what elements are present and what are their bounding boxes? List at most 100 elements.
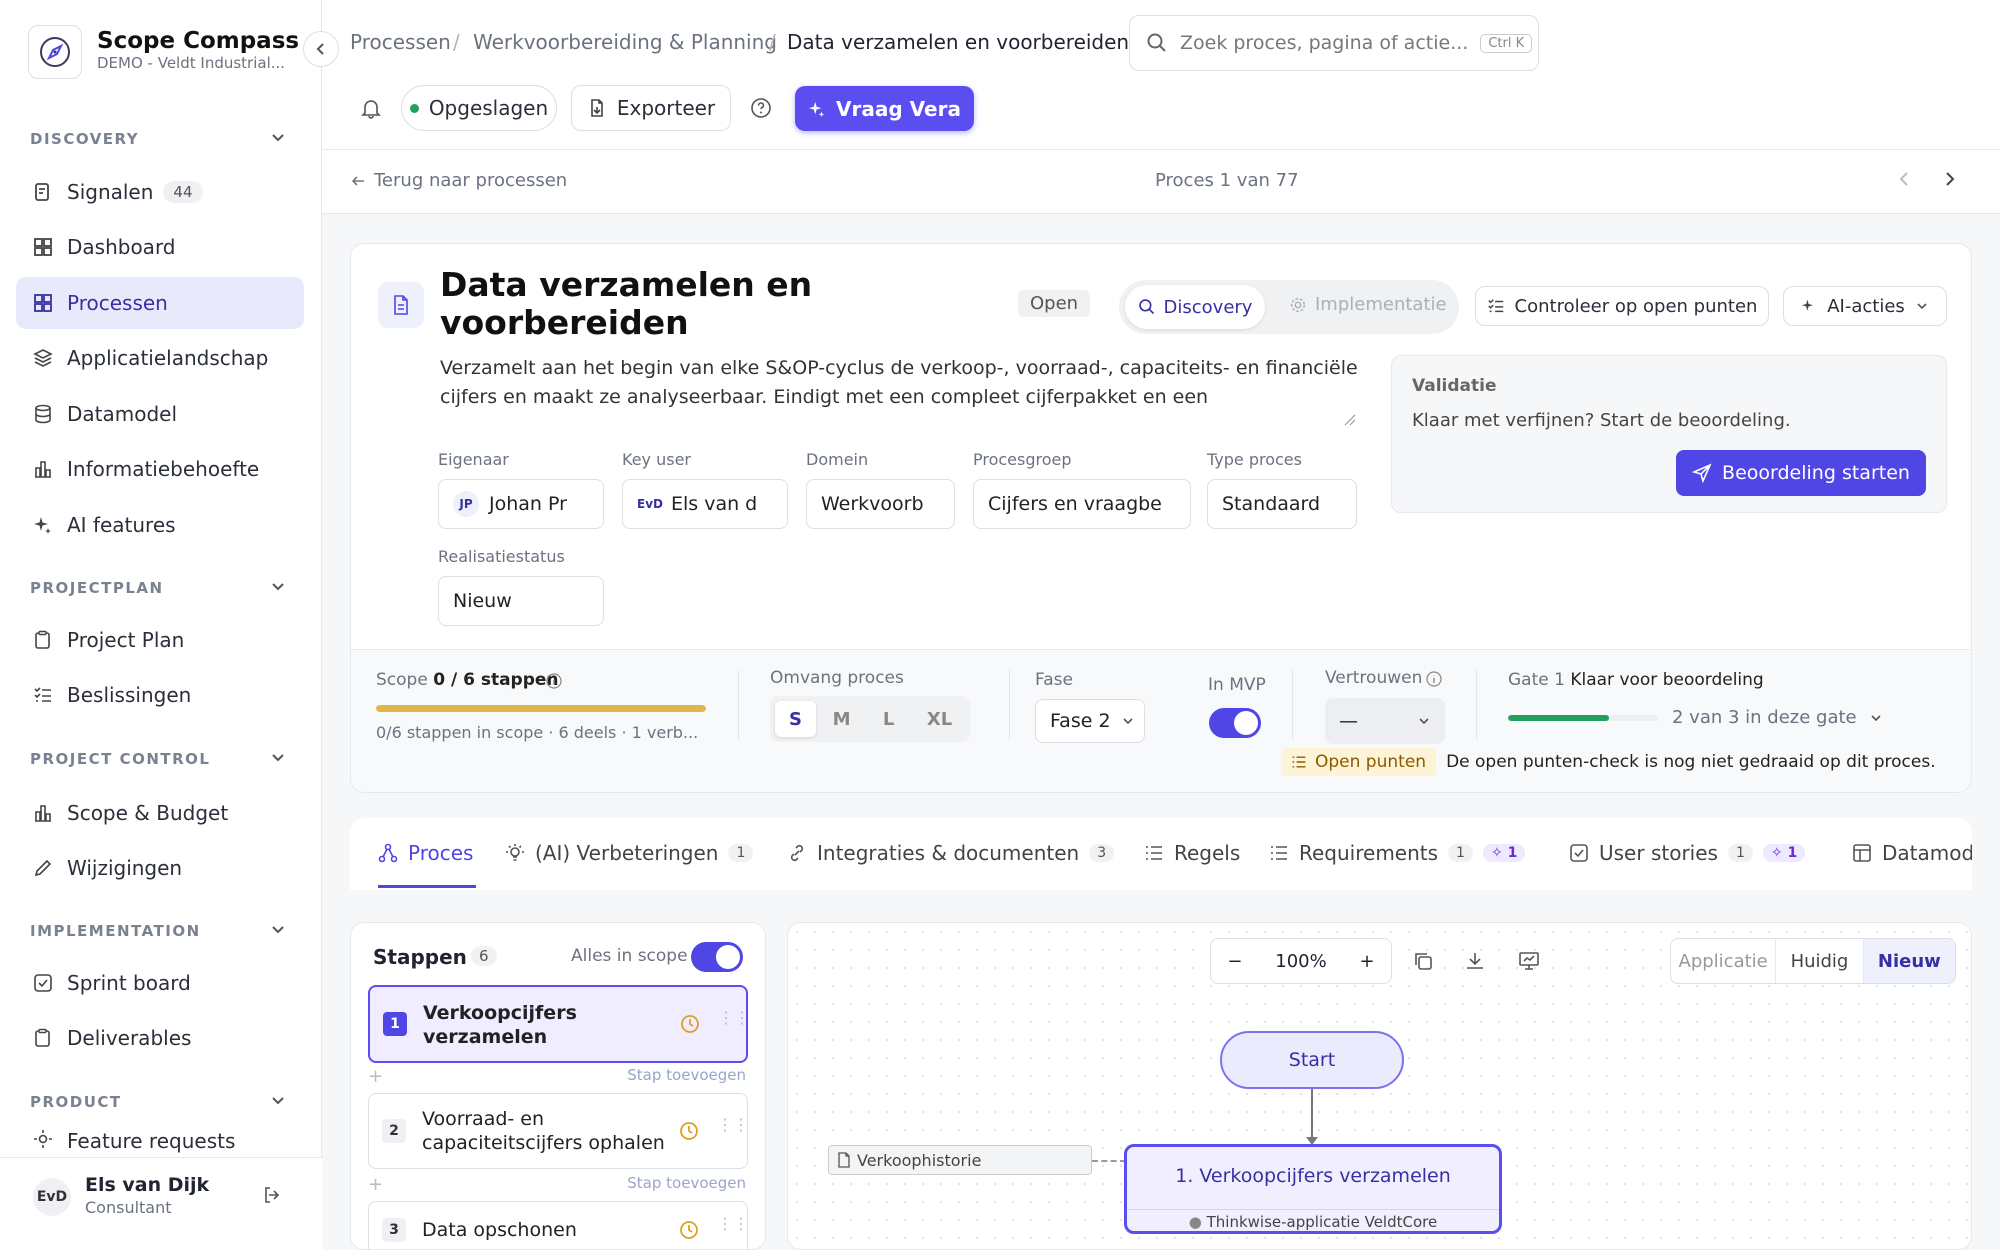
saved-status-button[interactable]: Opgeslagen — [401, 85, 557, 131]
tab-proces[interactable]: Proces — [378, 841, 473, 865]
size-option-xl[interactable]: XL — [914, 701, 965, 737]
sparkle-icon — [1802, 299, 1814, 311]
process-diagram-canvas[interactable]: − 100% + Applicatie Huidig Nieuw Start V… — [787, 922, 1972, 1250]
document-node[interactable]: Verkoophistorie — [828, 1145, 1092, 1175]
keyuser-field[interactable]: EvD Els van d — [622, 479, 788, 529]
check-open-points-button[interactable]: Controleer op open punten — [1475, 286, 1769, 326]
sidebar-item-wijzigingen[interactable]: Wijzigingen — [16, 842, 304, 894]
realisatie-field[interactable]: Nieuw — [438, 576, 604, 626]
zoom-in-button[interactable]: + — [1360, 951, 1375, 972]
section-discovery[interactable]: DISCOVERY — [30, 130, 139, 148]
help-icon[interactable] — [750, 97, 772, 124]
tab-integraties[interactable]: Integraties & documenten 3 — [787, 841, 1115, 865]
phase-select[interactable]: Fase 2 — [1035, 699, 1145, 743]
all-in-scope-toggle[interactable] — [691, 942, 743, 972]
breadcrumb-processen[interactable]: Processen — [350, 30, 451, 54]
drag-handle-icon[interactable]: ⋮⋮ — [717, 1117, 749, 1133]
steps-title: Stappen — [373, 945, 467, 969]
bell-icon[interactable] — [360, 97, 382, 124]
sidebar-item-label: Beslissingen — [67, 683, 192, 707]
zoom-out-button[interactable]: − — [1227, 951, 1242, 972]
layers-icon — [33, 349, 53, 367]
sidebar-item-signalen[interactable]: Signalen 44 — [16, 166, 304, 218]
sidebar-item-informatiebehoefte[interactable]: Informatiebehoefte — [16, 443, 304, 495]
mode-discovery[interactable]: Discovery — [1125, 285, 1265, 329]
section-projectplan[interactable]: PROJECTPLAN — [30, 579, 164, 597]
sidebar-item-sprint-board[interactable]: Sprint board — [16, 957, 304, 1009]
owner-field[interactable]: JP Johan Pr — [438, 479, 604, 529]
status-badge[interactable]: Open — [1018, 290, 1091, 317]
mvp-toggle[interactable] — [1209, 708, 1261, 738]
avatar[interactable]: EvD — [33, 1178, 71, 1216]
chevron-down-icon[interactable] — [270, 128, 286, 150]
collapse-sidebar-button[interactable] — [303, 31, 339, 67]
drag-handle-icon[interactable]: ⋮⋮ — [718, 1010, 750, 1026]
trust-select[interactable]: — — [1325, 698, 1445, 744]
logout-icon[interactable] — [262, 1185, 282, 1210]
start-review-button[interactable]: Beoordeling starten — [1676, 450, 1926, 496]
sidebar-item-applicatielandschap[interactable]: Applicatielandschap — [16, 332, 304, 384]
sidebar-item-processen[interactable]: Processen — [16, 277, 304, 329]
ai-actions-label: AI-acties — [1827, 295, 1905, 317]
chevron-down-icon[interactable] — [270, 1091, 286, 1113]
breadcrumb-werkvoorbereiding[interactable]: Werkvoorbereiding & Planning — [473, 30, 777, 54]
sidebar-item-deliverables[interactable]: Deliverables — [16, 1012, 304, 1064]
sidebar-item-ai-features[interactable]: AI features — [16, 499, 304, 551]
section-product[interactable]: PRODUCT — [30, 1093, 122, 1111]
size-option-l[interactable]: L — [867, 701, 910, 737]
view-huidig[interactable]: Huidig — [1776, 939, 1864, 983]
mode-implementatie[interactable]: Implementatie — [1289, 294, 1447, 315]
search-input[interactable]: Zoek proces, pagina of actie... Ctrl K — [1129, 15, 1539, 71]
domain-field[interactable]: Werkvoorb — [806, 479, 955, 529]
step-item[interactable]: 2 Voorraad- en capaciteitscijfers ophale… — [368, 1093, 749, 1169]
mode-toggle[interactable]: Discovery Implementatie — [1119, 280, 1459, 334]
sidebar-item-scope-budget[interactable]: Scope & Budget — [16, 787, 304, 839]
tab-requirements[interactable]: Requirements 1 ✧ 1 — [1269, 841, 1526, 865]
process-step-node[interactable]: 1. Verkoopcijfers verzamelen ● Thinkwise… — [1124, 1144, 1502, 1234]
procesgroep-field[interactable]: Cijfers en vraagbe — [973, 479, 1191, 529]
sidebar-item-feature-requests[interactable]: Feature requests — [16, 1129, 304, 1157]
section-project-control[interactable]: PROJECT CONTROL — [30, 750, 211, 768]
chevron-left-icon[interactable] — [1896, 170, 1912, 193]
step-item[interactable]: 1 Verkoopcijfers verzamelen ⋮⋮ — [368, 985, 750, 1063]
tab-datamodel[interactable]: Datamodel — [1852, 841, 1972, 865]
description-textarea[interactable]: Verzamelt aan het begin van elke S&OP-cy… — [440, 354, 1360, 416]
tab-user-stories[interactable]: User stories 1 ✧ 1 — [1569, 841, 1806, 865]
size-option-m[interactable]: M — [820, 701, 863, 737]
view-nieuw[interactable]: Nieuw — [1863, 939, 1955, 983]
export-button[interactable]: Exporteer — [571, 85, 731, 131]
type-field[interactable]: Standaard — [1207, 479, 1357, 529]
chevron-right-icon[interactable] — [1942, 170, 1958, 193]
info-icon — [546, 673, 562, 689]
view-applicatie[interactable]: Applicatie — [1671, 939, 1777, 983]
chevron-down-icon[interactable] — [270, 577, 286, 599]
procesgroep-label: Procesgroep — [973, 450, 1072, 469]
sidebar-item-label: Wijzigingen — [67, 856, 183, 880]
sidebar-item-project-plan[interactable]: Project Plan — [16, 614, 304, 666]
drag-handle-icon[interactable]: ⋮⋮ — [717, 1216, 749, 1232]
chevron-down-icon[interactable] — [270, 920, 286, 942]
add-step-row[interactable]: + Stap toevoegen — [368, 1174, 748, 1195]
sidebar-item-datamodel[interactable]: Datamodel — [16, 388, 304, 440]
shortcut-hint: Ctrl K — [1480, 33, 1533, 53]
chevron-down-icon[interactable] — [270, 748, 286, 770]
tab-regels[interactable]: Regels — [1144, 841, 1240, 865]
owner-label: Eigenaar — [438, 450, 509, 469]
gate-progress-dropdown[interactable]: 2 van 3 in deze gate — [1672, 707, 1883, 728]
zoom-control: − 100% + — [1210, 938, 1392, 984]
open-points-badge[interactable]: Open punten — [1281, 748, 1437, 776]
section-implementation[interactable]: IMPLEMENTATION — [30, 922, 201, 940]
sidebar-item-beslissingen[interactable]: Beslissingen — [16, 669, 304, 721]
add-step-row[interactable]: + Stap toevoegen — [368, 1066, 748, 1087]
back-link[interactable]: Terug naar processen — [350, 170, 567, 191]
tab-verbeteringen[interactable]: (AI) Verbeteringen 1 — [505, 841, 754, 865]
page-title[interactable]: Data verzamelen en voorbereiden — [440, 266, 820, 342]
sidebar-item-dashboard[interactable]: Dashboard — [16, 221, 304, 273]
size-selector[interactable]: S M L XL — [770, 696, 970, 742]
start-node[interactable]: Start — [1220, 1031, 1404, 1089]
ask-vera-button[interactable]: Vraag Vera — [795, 86, 974, 131]
ai-actions-button[interactable]: AI-acties — [1783, 286, 1947, 326]
size-option-s[interactable]: S — [775, 701, 817, 737]
node-label: 1. Verkoopcijfers verzamelen — [1175, 1165, 1451, 1187]
step-item[interactable]: 3 Data opschonen ⋮⋮ — [368, 1201, 749, 1249]
